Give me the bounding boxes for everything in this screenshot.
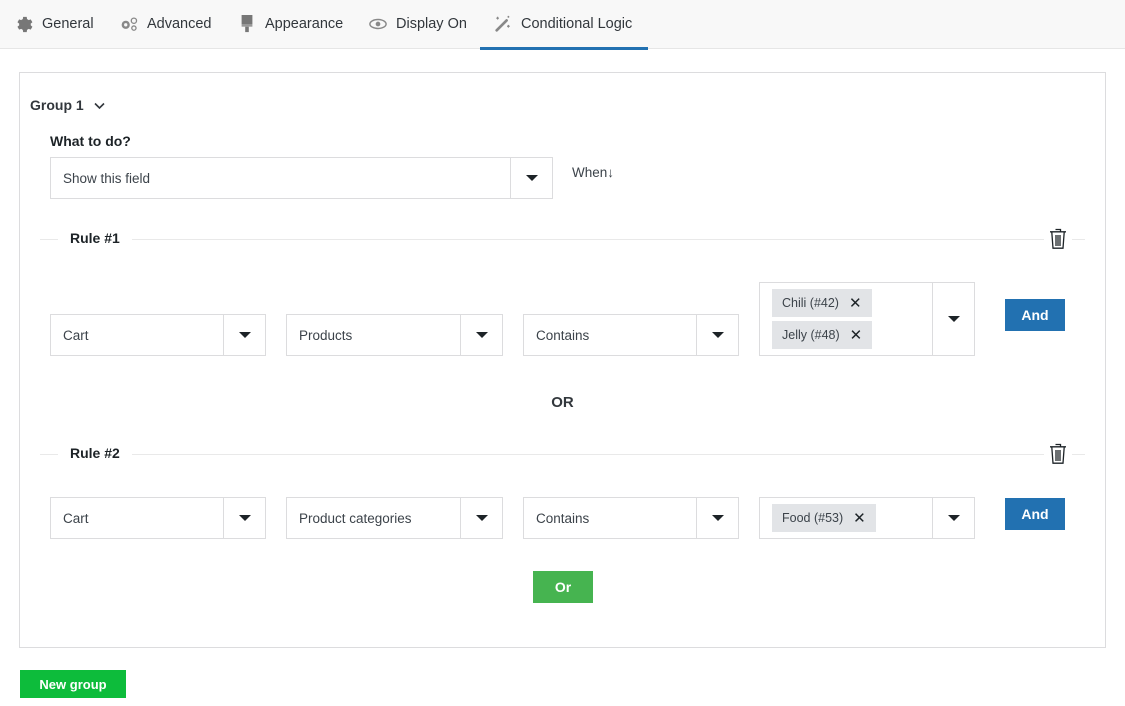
or-button[interactable]: Or <box>533 571 593 603</box>
or-separator: OR <box>551 394 574 411</box>
caret-down-icon <box>460 315 502 355</box>
rule-divider <box>40 239 1085 240</box>
what-to-do-label: What to do? <box>50 133 131 149</box>
rule-values-multiselect[interactable]: Chili (#42) ✕ Jelly (#48) ✕ <box>759 282 975 356</box>
remove-chip-icon[interactable]: ✕ <box>849 296 862 311</box>
delete-rule-button[interactable] <box>1044 225 1072 253</box>
rule-operator-select[interactable]: Contains <box>523 314 739 356</box>
delete-rule-button[interactable] <box>1044 440 1072 468</box>
tab-label: Conditional Logic <box>521 16 633 32</box>
trash-icon <box>1050 443 1066 464</box>
rule-subject-select[interactable]: Cart <box>50 497 266 539</box>
caret-down-icon <box>932 283 974 355</box>
caret-down-icon <box>223 315 265 355</box>
caret-down-icon <box>223 498 265 538</box>
magic-wand-icon <box>494 15 512 33</box>
rule-operator-value: Contains <box>536 327 590 343</box>
rule-label: Rule #2 <box>58 445 132 461</box>
new-group-button[interactable]: New group <box>20 670 126 698</box>
tab-appearance[interactable]: Appearance <box>238 0 343 49</box>
tab-display-on[interactable]: Display On <box>369 0 467 49</box>
caret-down-icon <box>696 315 738 355</box>
chip-label: Chili (#42) <box>782 296 839 310</box>
remove-chip-icon[interactable]: ✕ <box>850 328 863 343</box>
value-chip: Chili (#42) ✕ <box>772 289 872 317</box>
rule-field-value: Product categories <box>299 510 412 526</box>
tab-label: General <box>42 16 94 32</box>
tab-label: Appearance <box>265 16 344 32</box>
eye-icon <box>369 15 387 33</box>
rule-field-value: Products <box>299 327 353 343</box>
group-title: Group 1 <box>30 97 84 113</box>
and-button[interactable]: And <box>1005 299 1065 331</box>
rule-divider <box>40 454 1085 455</box>
gear-icon <box>15 15 33 33</box>
rule-field-select[interactable]: Products <box>286 314 503 356</box>
value-chip: Jelly (#48) ✕ <box>772 321 873 349</box>
remove-chip-icon[interactable]: ✕ <box>853 511 866 526</box>
tab-label: Display On <box>396 16 467 32</box>
tab-bar: General Advanced Appearance Display On C… <box>0 0 1125 50</box>
rule-subject-select[interactable]: Cart <box>50 314 266 356</box>
paint-brush-icon <box>238 15 256 33</box>
tab-advanced[interactable]: Advanced <box>120 0 212 49</box>
action-select[interactable]: Show this field <box>50 157 553 199</box>
and-button[interactable]: And <box>1005 498 1065 530</box>
trash-icon <box>1050 228 1066 249</box>
rule-values-multiselect[interactable]: Food (#53) ✕ <box>759 497 975 539</box>
rule-subject-value: Cart <box>63 510 89 526</box>
chevron-down-icon <box>94 97 105 113</box>
when-label: When↓ <box>572 165 615 180</box>
tab-conditional-logic[interactable]: Conditional Logic <box>480 0 648 50</box>
tab-general[interactable]: General <box>15 0 94 49</box>
value-chip: Food (#53) ✕ <box>772 504 876 532</box>
group-toggle[interactable]: Group 1 <box>30 96 105 114</box>
caret-down-icon <box>932 498 974 538</box>
rule-operator-value: Contains <box>536 510 590 526</box>
rule-label: Rule #1 <box>58 230 132 246</box>
action-select-value: Show this field <box>63 170 151 186</box>
caret-down-icon <box>460 498 502 538</box>
gears-icon <box>120 15 138 33</box>
caret-down-icon <box>696 498 738 538</box>
chip-label: Food (#53) <box>782 511 844 525</box>
rule-field-select[interactable]: Product categories <box>286 497 503 539</box>
caret-down-icon <box>510 158 552 198</box>
chip-label: Jelly (#48) <box>782 328 840 342</box>
rule-subject-value: Cart <box>63 327 89 343</box>
tab-label: Advanced <box>147 16 212 32</box>
rule-operator-select[interactable]: Contains <box>523 497 739 539</box>
